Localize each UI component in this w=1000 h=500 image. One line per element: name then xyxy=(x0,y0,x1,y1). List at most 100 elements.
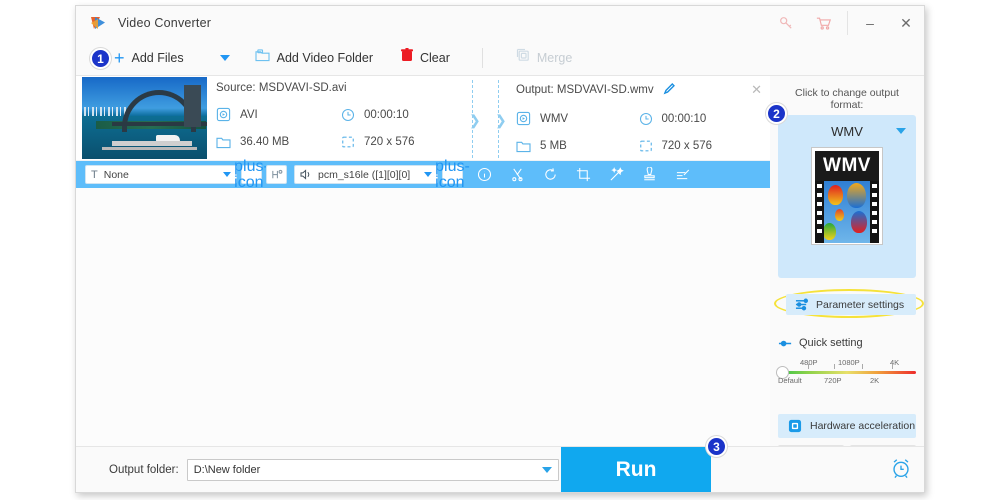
hdr-button[interactable] xyxy=(266,165,287,184)
step-badge-2: 2 xyxy=(766,103,787,124)
slider-top-labels: 480P 1080P 4K xyxy=(778,358,916,368)
title-bar: Video Converter – ✕ xyxy=(76,6,924,40)
output-folder-input[interactable]: D:\New folder xyxy=(187,459,559,481)
output-duration-value: 00:00:10 xyxy=(662,113,707,125)
merge-button[interactable]: Merge xyxy=(516,40,572,76)
format-hint: Click to change output format: xyxy=(778,87,916,111)
info-icon[interactable] xyxy=(476,166,493,183)
track-toolbar: T None plus-icon pcm_s16le xyxy=(76,161,771,188)
edit-tools xyxy=(476,166,691,183)
quality-slider[interactable]: 480P 1080P 4K Default 720P 2K xyxy=(778,358,916,402)
sliders-icon xyxy=(795,298,809,311)
folder-video-icon xyxy=(255,49,270,67)
add-video-folder-label: Add Video Folder xyxy=(277,51,373,65)
source-format: AVI xyxy=(216,107,341,122)
selected-format-label: WMV xyxy=(831,124,863,139)
close-icon[interactable]: ✕ xyxy=(751,82,762,98)
watermark-stamp-icon[interactable] xyxy=(641,166,658,183)
parameter-settings-row: Parameter settings xyxy=(778,290,916,320)
titlebar-divider xyxy=(847,11,848,35)
audio-track-value: pcm_s16le ([1][0][0] xyxy=(318,169,410,181)
resolution-icon xyxy=(341,135,355,149)
key-icon[interactable] xyxy=(767,6,805,40)
source-size: 36.40 MB xyxy=(216,135,341,149)
output-format-panel: 2 Click to change output format: WMV WMV xyxy=(770,76,924,446)
trash-icon xyxy=(401,48,413,67)
source-resolution: 720 x 576 xyxy=(341,135,466,149)
slider-track[interactable] xyxy=(778,371,916,374)
quick-setting-label: Quick setting xyxy=(799,337,863,349)
alarm-clock-icon[interactable] xyxy=(890,457,912,484)
audio-track-select[interactable]: pcm_s16le ([1][0][0] xyxy=(294,165,438,184)
cut-scissors-icon[interactable] xyxy=(509,166,526,183)
title-bar-actions: – ✕ xyxy=(767,6,924,40)
pencil-icon[interactable] xyxy=(663,82,676,98)
step-badge-1: 1 xyxy=(90,48,111,69)
toolbar-divider xyxy=(482,48,483,68)
merge-label: Merge xyxy=(537,51,572,65)
add-audio-button[interactable]: plus-icon xyxy=(442,165,463,184)
chevron-down-icon[interactable] xyxy=(542,467,552,473)
parameter-settings-button[interactable]: Parameter settings xyxy=(786,294,916,315)
add-video-folder-button[interactable]: Add Video Folder xyxy=(255,40,373,76)
add-subtitle-button[interactable]: plus-icon xyxy=(241,165,262,184)
output-folder-value: D:\New folder xyxy=(194,464,261,476)
output-info: Output: MSDVAVI-SD.wmv xyxy=(516,82,761,153)
chevron-down-icon[interactable] xyxy=(896,128,906,134)
source-duration-value: 00:00:10 xyxy=(364,109,409,121)
cart-icon[interactable] xyxy=(805,6,843,40)
close-button[interactable]: ✕ xyxy=(888,6,924,40)
run-button[interactable]: Run xyxy=(561,447,711,492)
slider-dot-icon xyxy=(778,339,793,348)
merge-squares-icon xyxy=(516,48,530,67)
crop-icon[interactable] xyxy=(575,166,592,183)
content-area: Source: MSDVAVI-SD.avi AVI xyxy=(76,76,924,446)
resolution-icon xyxy=(639,139,653,153)
format-selector[interactable]: WMV WMV xyxy=(778,115,916,278)
hardware-acceleration-button[interactable]: Hardware acceleration xyxy=(778,414,916,438)
output-heading: Output: MSDVAVI-SD.wmv xyxy=(516,84,654,96)
subtitle-edit-icon[interactable] xyxy=(674,166,691,183)
output-resolution-value: 720 x 576 xyxy=(662,140,713,152)
effects-wand-icon[interactable] xyxy=(608,166,625,183)
chevron-down-icon xyxy=(223,172,231,177)
plus-icon: + xyxy=(114,49,125,67)
bottom-bar: Output folder: D:\New folder 3 Run xyxy=(76,446,925,492)
add-files-dropdown[interactable] xyxy=(220,40,230,76)
speaker-icon xyxy=(300,169,313,180)
chevron-down-icon xyxy=(220,55,230,61)
file-list: Source: MSDVAVI-SD.avi AVI xyxy=(76,76,771,446)
convert-arrows: ❯ ❯ xyxy=(468,76,514,161)
video-file-icon xyxy=(516,111,531,126)
output-folder-label: Output folder: xyxy=(109,464,179,476)
clear-button[interactable]: Clear xyxy=(401,40,450,76)
subtitle-value: None xyxy=(104,169,129,181)
quick-setting-header: Quick setting xyxy=(778,337,916,349)
clock-icon xyxy=(341,108,355,122)
folder-icon xyxy=(216,136,231,149)
slider-bottom-labels: Default 720P 2K xyxy=(778,376,916,386)
source-resolution-value: 720 x 576 xyxy=(364,136,415,148)
source-heading: Source: MSDVAVI-SD.avi xyxy=(216,82,466,94)
subtitle-select[interactable]: T None xyxy=(85,165,237,184)
source-size-value: 36.40 MB xyxy=(240,136,289,148)
output-resolution: 720 x 576 xyxy=(639,139,762,153)
slider-label-default: Default xyxy=(778,376,802,385)
output-duration: 00:00:10 xyxy=(639,111,762,126)
window-title: Video Converter xyxy=(118,16,211,30)
clock-icon xyxy=(639,112,653,126)
chevron-down-icon xyxy=(424,172,432,177)
rotate-icon[interactable] xyxy=(542,166,559,183)
main-toolbar: 1 + Add Files Add Video Folder xyxy=(76,40,924,76)
chip-icon xyxy=(788,419,802,433)
harbour-bridge-thumbnail xyxy=(82,77,207,159)
hardware-acceleration-label: Hardware acceleration xyxy=(810,420,915,432)
output-format: WMV xyxy=(516,111,639,126)
file-card[interactable]: Source: MSDVAVI-SD.avi AVI xyxy=(76,76,771,161)
source-duration: 00:00:10 xyxy=(341,107,466,122)
minimize-button[interactable]: – xyxy=(852,6,888,40)
add-files-button[interactable]: + Add Files xyxy=(114,40,184,76)
video-file-icon xyxy=(216,107,231,122)
format-thumb-label: WMV xyxy=(815,151,879,181)
balloon-picture xyxy=(815,181,879,243)
